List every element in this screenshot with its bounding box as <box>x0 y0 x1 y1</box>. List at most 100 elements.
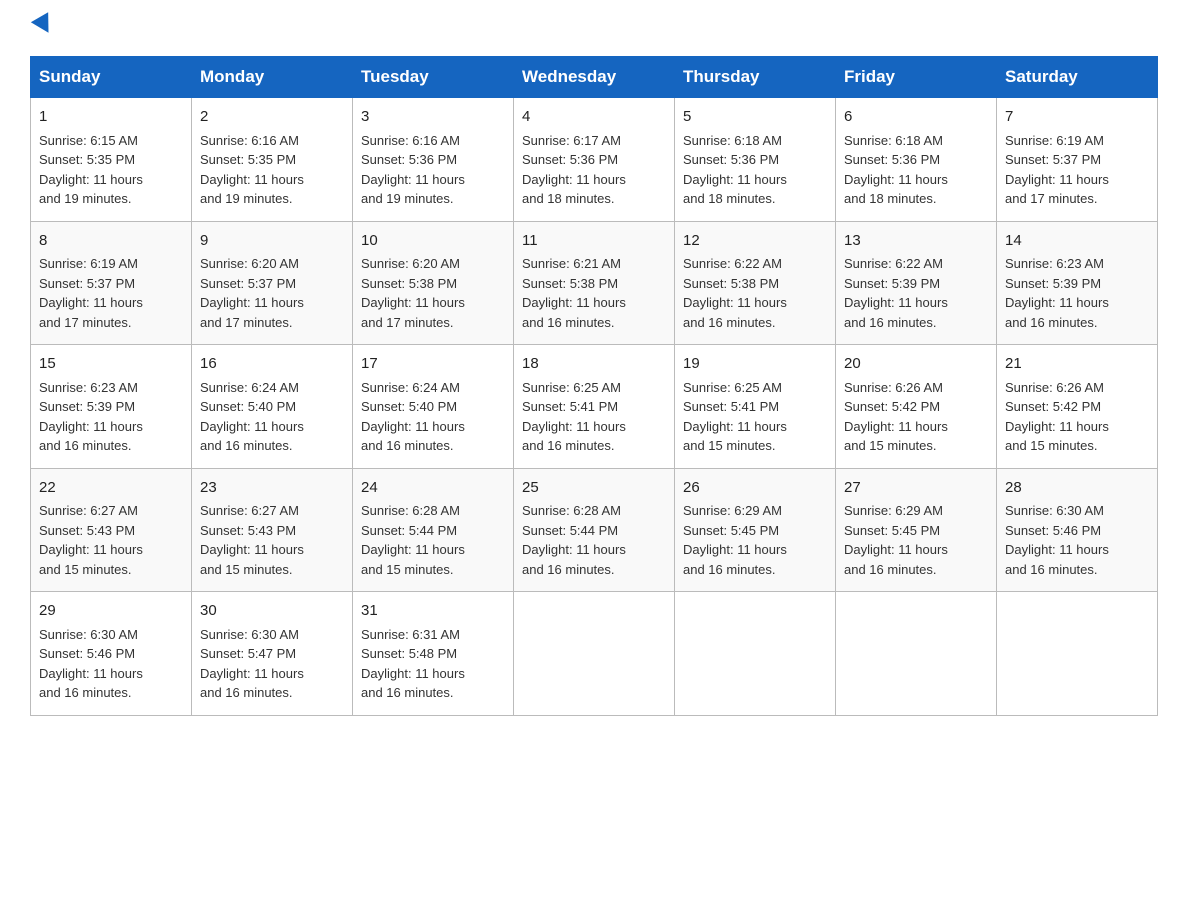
day-number: 4 <box>522 106 666 129</box>
weekday-header-friday: Friday <box>836 57 997 98</box>
day-info: Sunrise: 6:25 AMSunset: 5:41 PMDaylight:… <box>683 380 787 454</box>
calendar-cell: 7 Sunrise: 6:19 AMSunset: 5:37 PMDayligh… <box>997 98 1158 222</box>
day-number: 24 <box>361 477 505 500</box>
day-info: Sunrise: 6:30 AMSunset: 5:47 PMDaylight:… <box>200 627 304 701</box>
calendar-cell: 12 Sunrise: 6:22 AMSunset: 5:38 PMDaylig… <box>675 221 836 345</box>
logo-triangle-icon <box>31 12 57 38</box>
day-number: 15 <box>39 353 183 376</box>
day-info: Sunrise: 6:29 AMSunset: 5:45 PMDaylight:… <box>844 503 948 577</box>
day-info: Sunrise: 6:18 AMSunset: 5:36 PMDaylight:… <box>844 133 948 207</box>
calendar-cell: 30 Sunrise: 6:30 AMSunset: 5:47 PMDaylig… <box>192 592 353 716</box>
calendar-cell: 20 Sunrise: 6:26 AMSunset: 5:42 PMDaylig… <box>836 345 997 469</box>
calendar-cell: 21 Sunrise: 6:26 AMSunset: 5:42 PMDaylig… <box>997 345 1158 469</box>
day-number: 25 <box>522 477 666 500</box>
day-info: Sunrise: 6:30 AMSunset: 5:46 PMDaylight:… <box>1005 503 1109 577</box>
page-header <box>30 20 1158 38</box>
weekday-header-saturday: Saturday <box>997 57 1158 98</box>
day-info: Sunrise: 6:28 AMSunset: 5:44 PMDaylight:… <box>361 503 465 577</box>
day-info: Sunrise: 6:26 AMSunset: 5:42 PMDaylight:… <box>1005 380 1109 454</box>
day-info: Sunrise: 6:19 AMSunset: 5:37 PMDaylight:… <box>1005 133 1109 207</box>
day-number: 14 <box>1005 230 1149 253</box>
day-number: 16 <box>200 353 344 376</box>
day-info: Sunrise: 6:18 AMSunset: 5:36 PMDaylight:… <box>683 133 787 207</box>
day-number: 26 <box>683 477 827 500</box>
day-number: 19 <box>683 353 827 376</box>
calendar-cell: 6 Sunrise: 6:18 AMSunset: 5:36 PMDayligh… <box>836 98 997 222</box>
day-info: Sunrise: 6:24 AMSunset: 5:40 PMDaylight:… <box>361 380 465 454</box>
day-info: Sunrise: 6:25 AMSunset: 5:41 PMDaylight:… <box>522 380 626 454</box>
calendar-cell: 24 Sunrise: 6:28 AMSunset: 5:44 PMDaylig… <box>353 468 514 592</box>
day-info: Sunrise: 6:16 AMSunset: 5:35 PMDaylight:… <box>200 133 304 207</box>
calendar-cell <box>675 592 836 716</box>
calendar-cell <box>836 592 997 716</box>
calendar-cell: 22 Sunrise: 6:27 AMSunset: 5:43 PMDaylig… <box>31 468 192 592</box>
weekday-header-thursday: Thursday <box>675 57 836 98</box>
day-number: 20 <box>844 353 988 376</box>
calendar-cell: 16 Sunrise: 6:24 AMSunset: 5:40 PMDaylig… <box>192 345 353 469</box>
calendar-cell: 9 Sunrise: 6:20 AMSunset: 5:37 PMDayligh… <box>192 221 353 345</box>
day-info: Sunrise: 6:16 AMSunset: 5:36 PMDaylight:… <box>361 133 465 207</box>
day-info: Sunrise: 6:26 AMSunset: 5:42 PMDaylight:… <box>844 380 948 454</box>
calendar-cell: 15 Sunrise: 6:23 AMSunset: 5:39 PMDaylig… <box>31 345 192 469</box>
calendar-table: SundayMondayTuesdayWednesdayThursdayFrid… <box>30 56 1158 716</box>
day-number: 6 <box>844 106 988 129</box>
day-info: Sunrise: 6:27 AMSunset: 5:43 PMDaylight:… <box>200 503 304 577</box>
day-info: Sunrise: 6:17 AMSunset: 5:36 PMDaylight:… <box>522 133 626 207</box>
day-info: Sunrise: 6:23 AMSunset: 5:39 PMDaylight:… <box>1005 256 1109 330</box>
calendar-cell <box>514 592 675 716</box>
day-number: 11 <box>522 230 666 253</box>
calendar-cell: 25 Sunrise: 6:28 AMSunset: 5:44 PMDaylig… <box>514 468 675 592</box>
calendar-cell: 18 Sunrise: 6:25 AMSunset: 5:41 PMDaylig… <box>514 345 675 469</box>
calendar-cell: 23 Sunrise: 6:27 AMSunset: 5:43 PMDaylig… <box>192 468 353 592</box>
day-number: 1 <box>39 106 183 129</box>
week-row-1: 1 Sunrise: 6:15 AMSunset: 5:35 PMDayligh… <box>31 98 1158 222</box>
day-number: 12 <box>683 230 827 253</box>
day-info: Sunrise: 6:22 AMSunset: 5:38 PMDaylight:… <box>683 256 787 330</box>
day-info: Sunrise: 6:24 AMSunset: 5:40 PMDaylight:… <box>200 380 304 454</box>
day-number: 7 <box>1005 106 1149 129</box>
day-info: Sunrise: 6:30 AMSunset: 5:46 PMDaylight:… <box>39 627 143 701</box>
day-info: Sunrise: 6:28 AMSunset: 5:44 PMDaylight:… <box>522 503 626 577</box>
logo <box>30 20 54 38</box>
calendar-cell: 29 Sunrise: 6:30 AMSunset: 5:46 PMDaylig… <box>31 592 192 716</box>
day-number: 27 <box>844 477 988 500</box>
day-number: 10 <box>361 230 505 253</box>
day-info: Sunrise: 6:27 AMSunset: 5:43 PMDaylight:… <box>39 503 143 577</box>
day-number: 23 <box>200 477 344 500</box>
calendar-cell: 31 Sunrise: 6:31 AMSunset: 5:48 PMDaylig… <box>353 592 514 716</box>
week-row-5: 29 Sunrise: 6:30 AMSunset: 5:46 PMDaylig… <box>31 592 1158 716</box>
day-info: Sunrise: 6:19 AMSunset: 5:37 PMDaylight:… <box>39 256 143 330</box>
calendar-cell: 5 Sunrise: 6:18 AMSunset: 5:36 PMDayligh… <box>675 98 836 222</box>
calendar-cell: 1 Sunrise: 6:15 AMSunset: 5:35 PMDayligh… <box>31 98 192 222</box>
day-number: 31 <box>361 600 505 623</box>
calendar-cell: 10 Sunrise: 6:20 AMSunset: 5:38 PMDaylig… <box>353 221 514 345</box>
day-number: 13 <box>844 230 988 253</box>
week-row-4: 22 Sunrise: 6:27 AMSunset: 5:43 PMDaylig… <box>31 468 1158 592</box>
day-number: 18 <box>522 353 666 376</box>
calendar-cell: 8 Sunrise: 6:19 AMSunset: 5:37 PMDayligh… <box>31 221 192 345</box>
calendar-cell: 27 Sunrise: 6:29 AMSunset: 5:45 PMDaylig… <box>836 468 997 592</box>
day-number: 29 <box>39 600 183 623</box>
calendar-cell: 3 Sunrise: 6:16 AMSunset: 5:36 PMDayligh… <box>353 98 514 222</box>
day-info: Sunrise: 6:22 AMSunset: 5:39 PMDaylight:… <box>844 256 948 330</box>
day-number: 17 <box>361 353 505 376</box>
day-number: 30 <box>200 600 344 623</box>
day-info: Sunrise: 6:29 AMSunset: 5:45 PMDaylight:… <box>683 503 787 577</box>
day-info: Sunrise: 6:20 AMSunset: 5:37 PMDaylight:… <box>200 256 304 330</box>
day-info: Sunrise: 6:20 AMSunset: 5:38 PMDaylight:… <box>361 256 465 330</box>
calendar-cell <box>997 592 1158 716</box>
calendar-cell: 19 Sunrise: 6:25 AMSunset: 5:41 PMDaylig… <box>675 345 836 469</box>
calendar-cell: 13 Sunrise: 6:22 AMSunset: 5:39 PMDaylig… <box>836 221 997 345</box>
weekday-header-sunday: Sunday <box>31 57 192 98</box>
calendar-cell: 4 Sunrise: 6:17 AMSunset: 5:36 PMDayligh… <box>514 98 675 222</box>
calendar-cell: 28 Sunrise: 6:30 AMSunset: 5:46 PMDaylig… <box>997 468 1158 592</box>
day-number: 5 <box>683 106 827 129</box>
calendar-cell: 14 Sunrise: 6:23 AMSunset: 5:39 PMDaylig… <box>997 221 1158 345</box>
calendar-cell: 2 Sunrise: 6:16 AMSunset: 5:35 PMDayligh… <box>192 98 353 222</box>
day-info: Sunrise: 6:21 AMSunset: 5:38 PMDaylight:… <box>522 256 626 330</box>
day-number: 28 <box>1005 477 1149 500</box>
weekday-header-row: SundayMondayTuesdayWednesdayThursdayFrid… <box>31 57 1158 98</box>
day-number: 8 <box>39 230 183 253</box>
weekday-header-tuesday: Tuesday <box>353 57 514 98</box>
day-number: 9 <box>200 230 344 253</box>
